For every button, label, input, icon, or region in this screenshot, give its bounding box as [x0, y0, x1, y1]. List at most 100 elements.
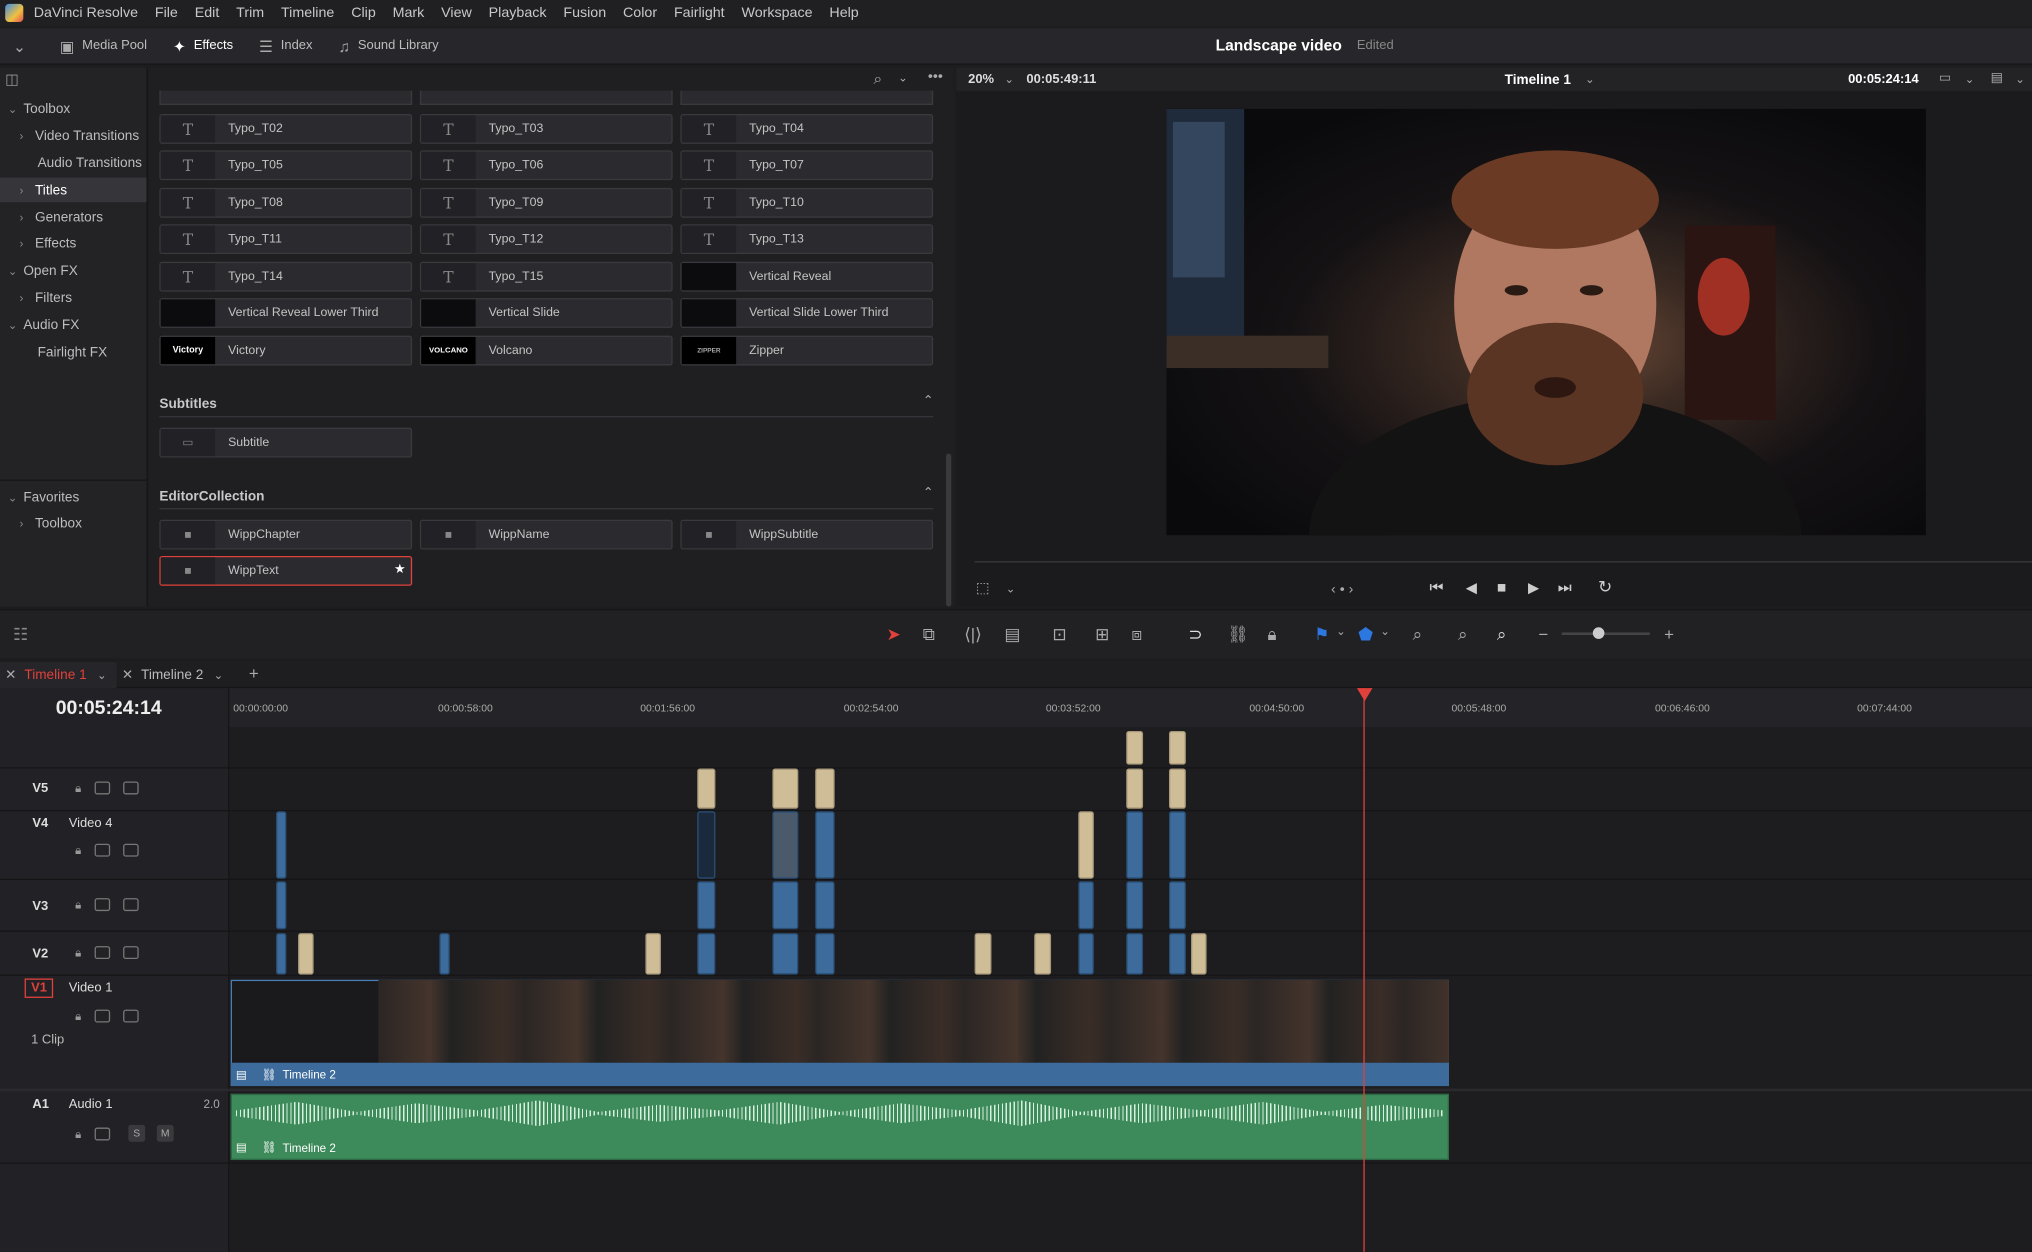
chevron-down-icon[interactable]: ⌄ [1004, 73, 1014, 87]
menu-fairlight[interactable]: Fairlight [674, 5, 725, 21]
chevron-down-icon[interactable]: ⌄ [898, 71, 908, 85]
sidebar-item-open-fx[interactable]: ⌄ Open FX [8, 263, 78, 279]
add-timeline-icon[interactable]: + [249, 664, 259, 683]
scrubber-track[interactable] [974, 561, 2032, 563]
linked-selection-icon[interactable]: ⛓ [1227, 625, 1248, 646]
video-clip[interactable] [1126, 881, 1144, 930]
media-pool-button[interactable]: ▣ Media Pool [47, 28, 160, 64]
zoom-in-icon[interactable]: + [1664, 625, 1674, 644]
selection-tool-icon[interactable]: ➤ [886, 625, 900, 646]
title-tile[interactable]: Vertical Slide [419, 298, 673, 328]
video-clip[interactable] [1126, 811, 1144, 879]
track-enable-icon[interactable] [122, 843, 139, 857]
sidebar-item-generators[interactable]: › Generators [19, 210, 103, 226]
title-clip[interactable] [1191, 933, 1207, 975]
wipp-text-tile[interactable]: ▪ WippText ★ [159, 555, 413, 586]
search-icon[interactable]: ⌕ [874, 70, 883, 89]
play-icon[interactable]: ▶ [1528, 579, 1539, 597]
video-clip[interactable] [697, 881, 716, 930]
wipp-subtitle-tile[interactable]: ▪ WippSubtitle [680, 519, 934, 550]
zoom-full-icon[interactable]: ⌕ [1413, 625, 1422, 646]
video-clip[interactable] [815, 881, 835, 930]
viewer-timeline-name[interactable]: Timeline 1 [1505, 73, 1571, 89]
video-clip[interactable] [1168, 811, 1186, 879]
chevron-down-icon[interactable]: ⌄ [1336, 625, 1346, 639]
position-lock-icon[interactable]: 🔒︎ [1267, 625, 1276, 646]
video-clip[interactable] [1126, 933, 1144, 975]
auto-select-icon[interactable] [94, 946, 110, 960]
chevron-down-icon[interactable]: ⌄ [2015, 73, 2025, 87]
auto-select-icon[interactable] [94, 781, 110, 795]
title-tile[interactable]: T Typo_T11 [159, 224, 413, 255]
sidebar-item-fairlight-fx[interactable]: Fairlight FX [38, 345, 108, 361]
track-enable-icon[interactable] [122, 781, 139, 795]
title-clip[interactable] [1168, 768, 1186, 809]
menu-clip[interactable]: Clip [351, 5, 376, 21]
video-clip[interactable] [772, 933, 799, 975]
auto-select-icon[interactable] [94, 1009, 110, 1023]
video-clip[interactable] [772, 811, 799, 879]
lock-icon[interactable]: 🔒︎ [75, 898, 81, 912]
zoom-out-icon[interactable]: − [1538, 625, 1548, 644]
menu-color[interactable]: Color [623, 5, 657, 21]
chevron-down-icon[interactable]: ⌄ [1585, 73, 1595, 87]
sidebar-item-audio-fx[interactable]: ⌄ Audio FX [8, 318, 80, 334]
track-name-a1[interactable]: Audio 1 [69, 1098, 113, 1112]
video-clip[interactable] [276, 881, 287, 930]
stop-icon[interactable]: ■ [1497, 578, 1506, 596]
title-tile[interactable]: T Typo_T02 [159, 114, 413, 144]
video-clip[interactable] [1078, 933, 1094, 975]
track-name-v1[interactable]: Video 1 [69, 981, 113, 995]
chevron-down-icon[interactable]: ⌄ [1965, 73, 1975, 87]
skip-to-end-icon[interactable]: ⏭ [1558, 578, 1572, 597]
chevron-up-icon[interactable]: ⌃ [923, 394, 934, 408]
zoom-slider-handle[interactable] [1592, 627, 1605, 639]
tab-timeline-1[interactable]: ✕ Timeline 1 ⌄ [0, 662, 117, 689]
track-id-v1[interactable]: V1 [24, 978, 54, 998]
title-tile[interactable]: Victory Victory [159, 335, 413, 366]
track-id-v4[interactable]: V4 [32, 816, 48, 830]
zoom-slider[interactable] [1561, 632, 1650, 636]
title-tile[interactable]: T Typo_T15 [419, 261, 673, 292]
title-clip[interactable] [815, 768, 835, 809]
tab-timeline-2[interactable]: ✕ Timeline 2 ⌄ [119, 662, 236, 688]
track-id-v2[interactable]: V2 [32, 947, 48, 961]
jog-control-icon[interactable]: ‹ • › [1331, 582, 1353, 598]
close-icon[interactable]: ✕ [122, 667, 133, 683]
title-clip[interactable] [1168, 730, 1186, 765]
title-clip[interactable] [1034, 933, 1052, 975]
title-tile[interactable]: Vertical Slide Lower Third [680, 298, 934, 328]
title-tile[interactable]: T Typo_T10 [680, 187, 934, 218]
video-clip[interactable] [276, 933, 287, 975]
playhead[interactable] [1363, 688, 1365, 1252]
sidebar-item-audio-transitions[interactable]: Audio Transitions [38, 156, 142, 172]
play-reverse-icon[interactable]: ◀ [1466, 579, 1477, 597]
menu-trim[interactable]: Trim [236, 5, 264, 21]
lock-icon[interactable]: 🔒︎ [75, 781, 81, 795]
title-tile[interactable]: Vertical Reveal Lower Third [159, 298, 413, 328]
title-clip[interactable] [645, 933, 661, 975]
auto-select-icon[interactable] [94, 843, 110, 857]
tile-partial[interactable] [159, 90, 413, 105]
title-tile[interactable]: T Typo_T12 [419, 224, 673, 255]
wipp-chapter-tile[interactable]: ▪ WippChapter [159, 519, 413, 550]
insert-clip-icon[interactable]: ⊡ [1052, 625, 1066, 646]
menu-file[interactable]: File [155, 5, 178, 21]
title-tile[interactable]: T Typo_T05 [159, 150, 413, 181]
sidebar-item-video-transitions[interactable]: › Video Transitions [19, 128, 139, 144]
index-button[interactable]: ☰ Index [246, 28, 325, 64]
title-clip[interactable] [1126, 768, 1144, 809]
video-clip[interactable] [815, 811, 835, 879]
lock-icon[interactable]: 🔒︎ [75, 844, 81, 858]
dynamic-trim-icon[interactable]: ⟨|⟩ [964, 625, 982, 646]
effects-scrollbar[interactable] [946, 453, 952, 607]
playhead-handle[interactable] [1356, 688, 1373, 702]
solo-button[interactable]: S [128, 1124, 146, 1142]
title-tile[interactable]: T Typo_T14 [159, 261, 413, 292]
track-id-v5[interactable]: V5 [32, 781, 48, 795]
auto-select-icon[interactable] [94, 898, 110, 912]
title-clip[interactable] [1126, 730, 1144, 765]
output-icon[interactable]: ▤ [1991, 71, 2003, 85]
sidebar-item-effects[interactable]: › Effects [19, 236, 76, 252]
video-clip[interactable] [439, 933, 450, 975]
